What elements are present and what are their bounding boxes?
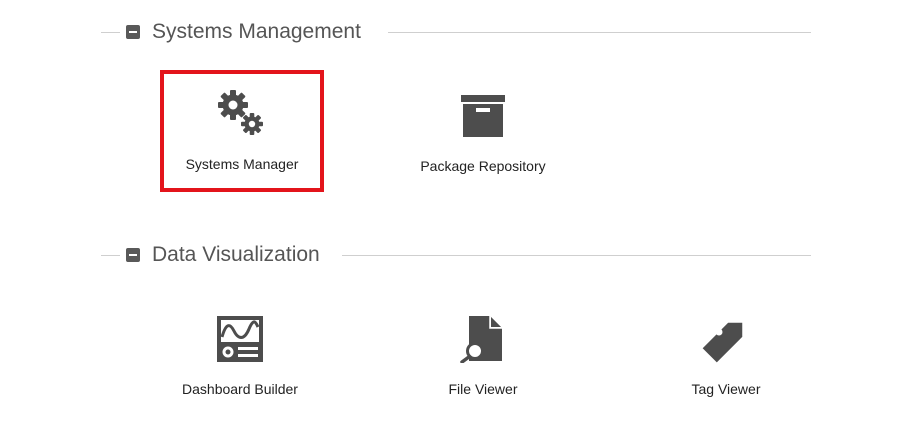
divider-left xyxy=(101,255,120,256)
section-header-systems-management: Systems Management xyxy=(101,17,811,47)
tag-icon xyxy=(702,315,750,363)
collapse-toggle-icon[interactable] xyxy=(126,25,140,39)
tile-package-repository[interactable]: Package Repository xyxy=(403,72,563,190)
divider-left xyxy=(101,32,120,33)
gears-icon xyxy=(216,90,264,138)
file-search-icon xyxy=(459,315,507,363)
tile-label: Package Repository xyxy=(420,158,546,174)
section-header-data-visualization: Data Visualization xyxy=(101,240,811,270)
tile-systems-manager[interactable]: Systems Manager xyxy=(160,70,324,192)
divider-right xyxy=(342,255,811,256)
tile-dashboard-builder[interactable]: Dashboard Builder xyxy=(160,295,320,413)
tile-label: Tag Viewer xyxy=(691,381,761,397)
tile-tag-viewer[interactable]: Tag Viewer xyxy=(646,295,806,413)
tile-label: Dashboard Builder xyxy=(182,381,298,397)
divider-right xyxy=(388,32,811,33)
launcher-page: Systems Management Systems Manager Packa… xyxy=(0,0,900,424)
tile-file-viewer[interactable]: File Viewer xyxy=(403,295,563,413)
section-title: Systems Management xyxy=(152,20,361,43)
tile-label: File Viewer xyxy=(448,381,518,397)
dashboard-icon xyxy=(216,315,264,363)
section-title: Data Visualization xyxy=(152,243,320,266)
tile-label: Systems Manager xyxy=(185,156,299,172)
collapse-toggle-icon[interactable] xyxy=(126,248,140,262)
archive-box-icon xyxy=(459,92,507,140)
